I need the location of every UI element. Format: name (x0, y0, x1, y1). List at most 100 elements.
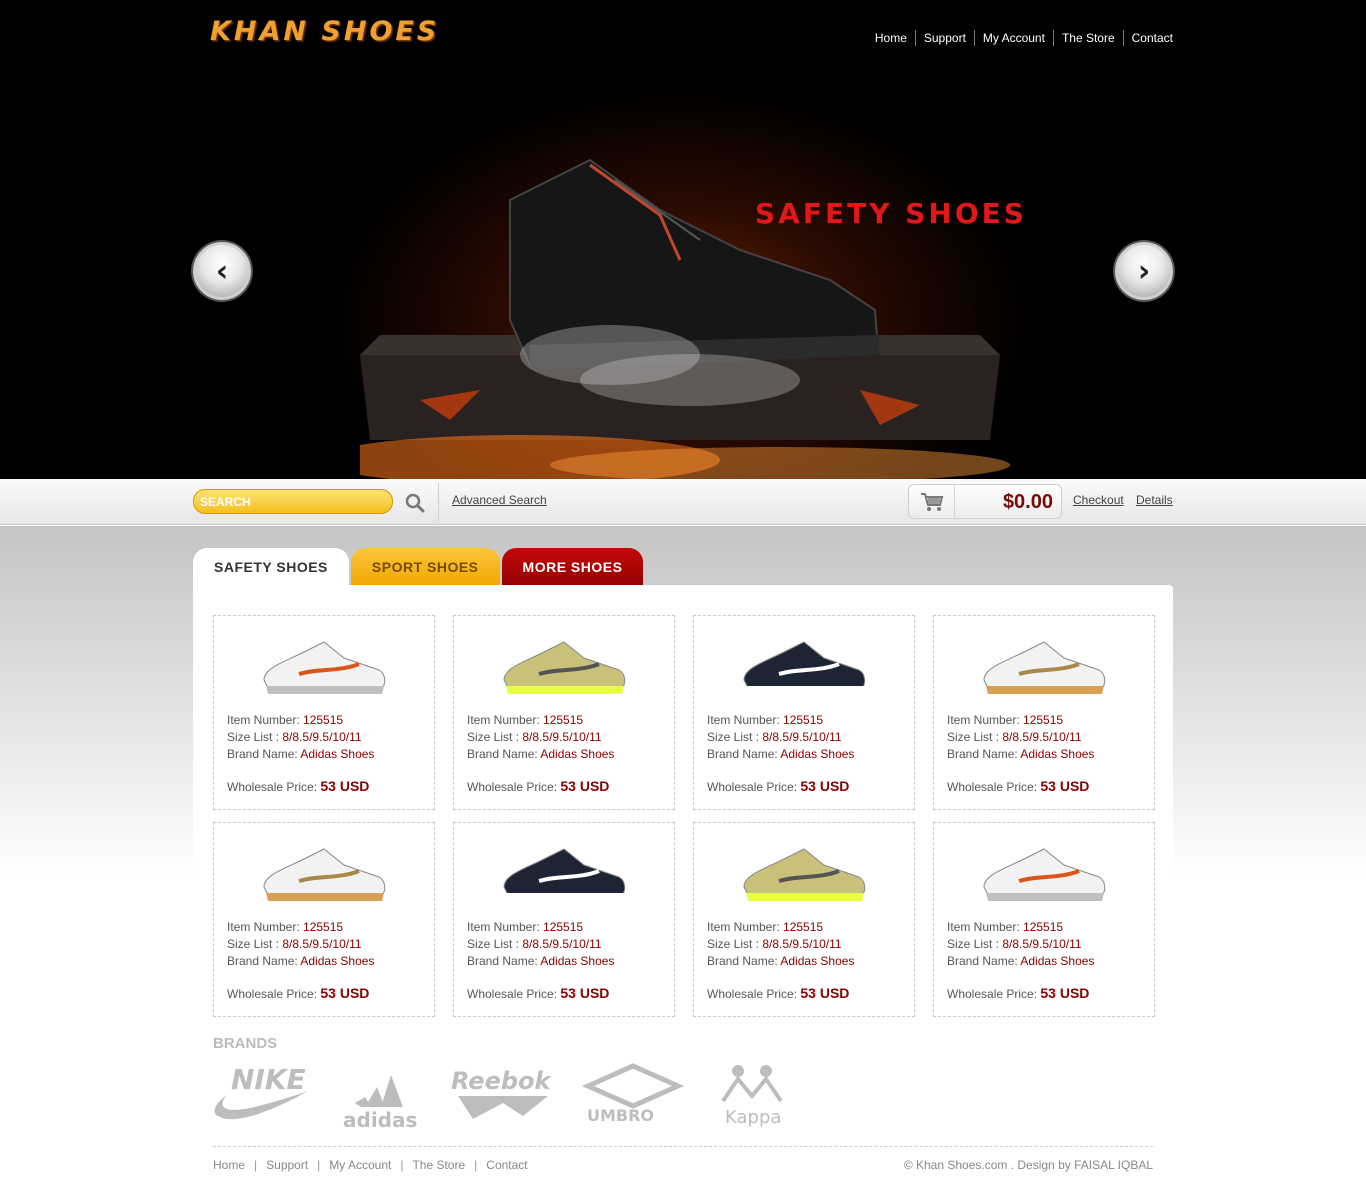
tab-more-shoes[interactable]: MORE SHOES (501, 548, 644, 585)
nav-home[interactable]: Home (867, 30, 915, 46)
hero-title: SAFETY SHOES (755, 197, 1027, 230)
price-value: 53 USD (800, 985, 850, 1001)
tab-sport-shoes[interactable]: SPORT SHOES (350, 548, 500, 585)
product-image[interactable] (974, 628, 1114, 706)
product-card[interactable]: Item Number: 125515 Size List : 8/8.5/9.5… (933, 615, 1155, 810)
chevron-left-icon: ‹ (215, 253, 229, 289)
svg-text:UMBRO: UMBRO (587, 1106, 654, 1125)
nav-my-account[interactable]: My Account (973, 30, 1053, 46)
size-list: 8/8.5/9.5/10/11 (522, 730, 602, 744)
price-value: 53 USD (560, 985, 610, 1001)
product-info: Item Number: 125515 Size List : 8/8.5/9.5… (707, 713, 855, 761)
footer-nav: Home | Support | My Account | The Store | Co… (213, 1158, 528, 1172)
chevron-right-icon: › (1137, 253, 1151, 289)
cart-total: $0.00 (1002, 491, 1053, 513)
product-price: Wholesale Price: 53 USD (467, 778, 610, 794)
price-value: 53 USD (320, 778, 370, 794)
kappa-logo[interactable]: Kappa (721, 1065, 783, 1128)
footer-my-account[interactable]: My Account (329, 1158, 391, 1172)
svg-text:NIKE: NIKE (231, 1063, 306, 1096)
item-number: 125515 (1023, 920, 1064, 934)
category-tabs: SAFETY SHOES SPORT SHOES MORE SHOES (193, 548, 645, 585)
product-card[interactable]: Item Number: 125515 Size List : 8/8.5/9.5… (693, 822, 915, 1017)
details-link[interactable]: Details (1136, 493, 1173, 507)
brand-name[interactable]: Adidas Shoes (780, 954, 854, 968)
product-info: Item Number: 125515 Size List : 8/8.5/9.5… (227, 920, 375, 968)
top-nav: Home Support My Account The Store Contac… (867, 30, 1173, 46)
product-image[interactable] (254, 628, 394, 706)
product-card[interactable]: Item Number: 125515 Size List : 8/8.5/9.5… (933, 822, 1155, 1017)
brand-name[interactable]: Adidas Shoes (1020, 747, 1094, 761)
brand-name[interactable]: Adidas Shoes (540, 747, 614, 761)
nike-logo[interactable]: NIKE (214, 1063, 308, 1120)
price-value: 53 USD (560, 778, 610, 794)
footer-the-store[interactable]: The Store (412, 1158, 465, 1172)
product-price: Wholesale Price: 53 USD (947, 985, 1090, 1001)
product-info: Item Number: 125515 Size List : 8/8.5/9.5… (947, 713, 1095, 761)
product-card[interactable]: Item Number: 125515 Size List : 8/8.5/9.5… (453, 615, 675, 810)
footer-divider (213, 1146, 1153, 1147)
footer-home[interactable]: Home (213, 1158, 245, 1172)
product-image[interactable] (734, 835, 874, 913)
price-value: 53 USD (1040, 778, 1090, 794)
site-logo[interactable]: KHAN SHOES (210, 16, 439, 47)
size-list: 8/8.5/9.5/10/11 (282, 730, 362, 744)
checkout-link[interactable]: Checkout (1073, 493, 1124, 507)
product-price: Wholesale Price: 53 USD (227, 985, 370, 1001)
product-card[interactable]: Item Number: 125515 Size List : 8/8.5/9.5… (453, 822, 675, 1017)
adidas-logo[interactable]: adidas (343, 1075, 417, 1131)
item-number: 125515 (543, 713, 584, 727)
product-image[interactable] (494, 835, 634, 913)
nav-support[interactable]: Support (914, 30, 974, 46)
svg-text:adidas: adidas (343, 1108, 417, 1131)
product-info: Item Number: 125515 Size List : 8/8.5/9.5… (227, 713, 375, 761)
nav-contact[interactable]: Contact (1122, 30, 1173, 46)
product-image[interactable] (494, 628, 634, 706)
cart-icon (920, 492, 943, 511)
product-card[interactable]: Item Number: 125515 Size List : 8/8.5/9.5… (213, 822, 435, 1017)
cart-summary[interactable]: $0.00 (908, 484, 1062, 519)
footer-contact[interactable]: Contact (486, 1158, 527, 1172)
product-card[interactable]: Item Number: 125515 Size List : 8/8.5/9.5… (693, 615, 915, 810)
product-price: Wholesale Price: 53 USD (947, 778, 1090, 794)
search-icon[interactable] (404, 492, 426, 514)
product-price: Wholesale Price: 53 USD (707, 778, 850, 794)
size-list: 8/8.5/9.5/10/11 (1002, 937, 1082, 951)
brand-name[interactable]: Adidas Shoes (300, 747, 374, 761)
item-number: 125515 (783, 920, 824, 934)
product-image[interactable] (734, 628, 874, 706)
item-number: 125515 (303, 713, 344, 727)
item-number: 125515 (783, 713, 824, 727)
product-info: Item Number: 125515 Size List : 8/8.5/9.5… (467, 920, 615, 968)
tab-safety-shoes[interactable]: SAFETY SHOES (193, 548, 349, 585)
size-list: 8/8.5/9.5/10/11 (762, 937, 842, 951)
product-price: Wholesale Price: 53 USD (227, 778, 370, 794)
brand-name[interactable]: Adidas Shoes (1020, 954, 1094, 968)
price-value: 53 USD (800, 778, 850, 794)
item-number: 125515 (303, 920, 344, 934)
item-number: 125515 (1023, 713, 1064, 727)
umbro-logo[interactable]: UMBRO (581, 1063, 685, 1125)
footer-copyright: © Khan Shoes.com . Design by FAISAL IQBA… (903, 1158, 1153, 1172)
slider-next-button[interactable]: › (1115, 242, 1173, 300)
product-image[interactable] (254, 835, 394, 913)
search-input[interactable] (193, 489, 393, 514)
product-info: Item Number: 125515 Size List : 8/8.5/9.5… (947, 920, 1095, 968)
product-image[interactable] (974, 835, 1114, 913)
divider (438, 483, 439, 521)
size-list: 8/8.5/9.5/10/11 (282, 937, 362, 951)
size-list: 8/8.5/9.5/10/11 (522, 937, 602, 951)
product-info: Item Number: 125515 Size List : 8/8.5/9.5… (707, 920, 855, 968)
slider-prev-button[interactable]: ‹ (193, 242, 251, 300)
footer-support[interactable]: Support (266, 1158, 308, 1172)
product-card[interactable]: Item Number: 125515 Size List : 8/8.5/9.5… (213, 615, 435, 810)
reebok-logo[interactable]: Reebok (451, 1067, 553, 1119)
advanced-search-link[interactable]: Advanced Search (452, 493, 547, 507)
brand-name[interactable]: Adidas Shoes (300, 954, 374, 968)
nav-the-store[interactable]: The Store (1052, 30, 1123, 46)
svg-text:Kappa: Kappa (725, 1107, 781, 1128)
product-panel: Item Number: 125515 Size List : 8/8.5/9.5… (193, 585, 1173, 1198)
hero-banner: KHAN SHOES Home Support My Account The S… (0, 0, 1366, 479)
brand-name[interactable]: Adidas Shoes (780, 747, 854, 761)
brand-name[interactable]: Adidas Shoes (540, 954, 614, 968)
